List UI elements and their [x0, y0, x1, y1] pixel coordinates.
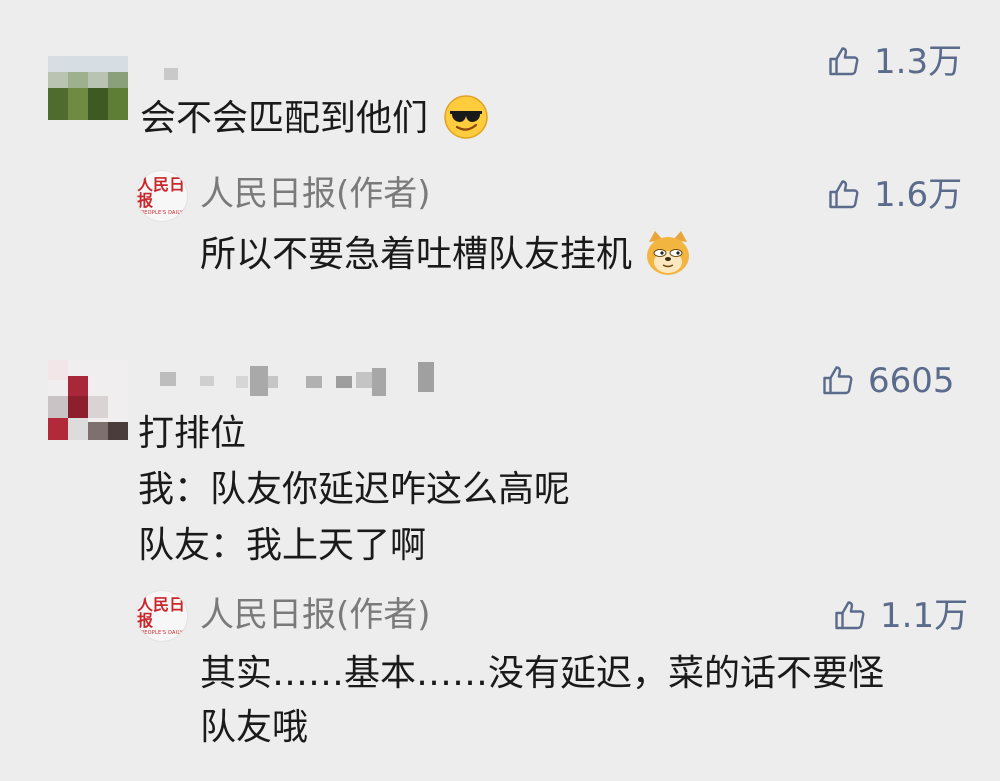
sunglasses-emoji-icon	[444, 95, 489, 139]
author-name[interactable]: 人民日报(作者)	[200, 177, 431, 211]
author-logo[interactable]: 人民日报 PEOPLE'S DAILY	[136, 590, 188, 642]
comment-text-line-1: 打排位	[138, 413, 247, 454]
avatar[interactable]	[48, 56, 128, 120]
thumbs-up-icon	[823, 366, 853, 395]
reply-text: 所以不要急着吐槽队友挂机	[200, 231, 693, 278]
thumbs-up-icon	[835, 601, 865, 630]
like-count: 6605	[868, 361, 955, 401]
comment-text: 会不会匹配到他们	[140, 95, 489, 140]
author-name[interactable]: 人民日报(作者)	[200, 598, 431, 632]
like-button[interactable]: 1.3万	[826, 44, 962, 80]
avatar[interactable]	[48, 360, 128, 440]
thumbs-up-icon	[829, 180, 859, 209]
doge-emoji-icon	[647, 231, 690, 275]
like-button[interactable]: 1.6万	[826, 177, 962, 213]
reply-text-line-2: 队友哦	[200, 707, 309, 748]
like-count: 1.6万	[874, 175, 963, 215]
like-button[interactable]: 1.1万	[832, 598, 968, 634]
like-button[interactable]: 6605	[820, 363, 955, 399]
like-count: 1.1万	[880, 596, 969, 636]
like-count: 1.3万	[874, 42, 963, 82]
thumbs-up-icon	[829, 47, 859, 76]
comment-text-line-3: 队友：我上天了啊	[138, 525, 427, 566]
reply-text-line-1: 其实……基本……没有延迟，菜的话不要怪	[200, 653, 885, 694]
author-logo[interactable]: 人民日报 PEOPLE'S DAILY	[136, 170, 188, 222]
username-pixelated[interactable]	[164, 68, 178, 80]
comment-text-line-2: 我：队友你延迟咋这么高呢	[138, 469, 571, 510]
